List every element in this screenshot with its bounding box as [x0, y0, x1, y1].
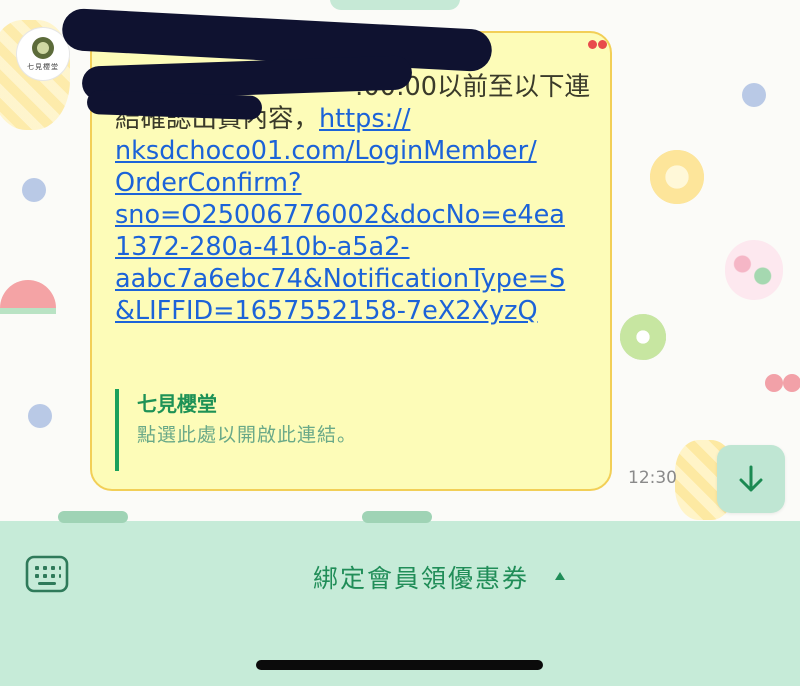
message-timestamp: 12:30 — [628, 468, 677, 488]
cherry-icon — [588, 31, 608, 49]
link-preview-subtitle: 點選此處以開啟此連結。 — [137, 424, 358, 446]
kiwi-decoration — [620, 314, 666, 360]
rich-menu-toggle-label[interactable]: 綁定會員領優惠券 — [313, 559, 529, 595]
sender-avatar[interactable]: 七見櫻堂 — [17, 28, 69, 80]
order-link[interactable]: https:// — [319, 104, 410, 134]
message-bubble[interactable]: 請於 :00:00以前至以下連 結確認出貨內容，https:// nksdcho… — [61, 7, 612, 491]
link-preview[interactable]: 七見櫻堂 點選此處以開啟此連結。 — [115, 389, 357, 471]
menu-peek-decoration — [362, 511, 432, 523]
orange-slice-decoration — [650, 150, 704, 204]
blueberry-decoration — [28, 404, 52, 428]
order-link[interactable]: aabc7a6ebc74&NotificationType=S — [115, 264, 565, 294]
order-link[interactable]: nksdchoco01.com/LoginMember/ — [115, 136, 537, 166]
order-link[interactable]: &LIFFID=1657552158-7eX2XyzQ — [115, 296, 538, 326]
caret-up-icon[interactable] — [555, 572, 565, 580]
home-indicator[interactable] — [256, 660, 543, 670]
watermelon-decoration — [0, 280, 56, 314]
order-link[interactable]: 1372-280a-410b-a5a2- — [115, 232, 410, 262]
cherry-decoration — [765, 362, 800, 392]
brand-logo-icon — [32, 36, 54, 59]
order-link[interactable]: sno=O25006776002&docNo=e4ea — [115, 200, 565, 230]
top-pill-decoration — [330, 0, 460, 10]
blueberry-decoration — [22, 178, 46, 202]
keyboard-toggle-button[interactable] — [25, 555, 69, 593]
brand-logo-text: 七見櫻堂 — [27, 62, 59, 71]
order-link[interactable]: OrderConfirm? — [115, 168, 302, 198]
scroll-to-bottom-button[interactable] — [717, 445, 785, 513]
redaction-mark — [86, 89, 263, 121]
blueberry-decoration — [742, 83, 766, 107]
rich-menu-bar: 綁定會員領優惠券 — [0, 511, 800, 686]
keyboard-icon — [25, 555, 69, 593]
link-preview-title: 七見櫻堂 — [137, 392, 217, 416]
arrow-down-icon — [739, 465, 763, 492]
popsicle-decoration — [725, 240, 783, 300]
menu-peek-decoration — [58, 511, 128, 523]
